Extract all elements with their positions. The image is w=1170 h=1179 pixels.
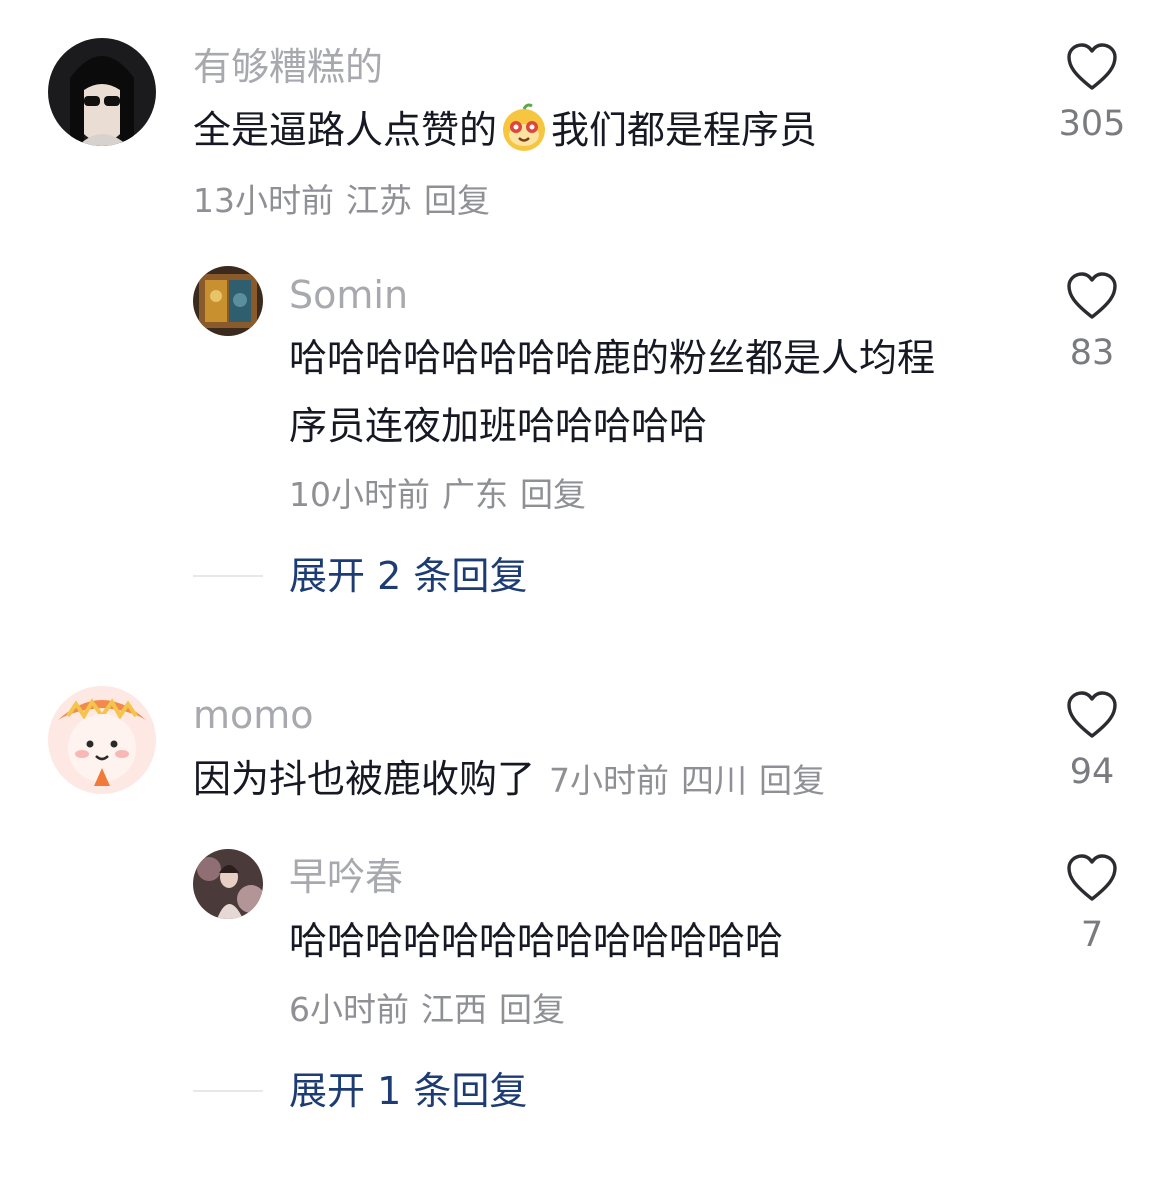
reply-button[interactable]: 回复 [499, 990, 565, 1029]
like-count: 83 [1069, 333, 1115, 373]
comment-text: 哈哈哈哈哈哈哈哈哈哈哈哈哈 [289, 919, 784, 963]
comment-time: 7小时前 [549, 761, 670, 800]
comment-username[interactable]: 有够糟糕的 [193, 48, 383, 86]
avatar[interactable] [48, 686, 156, 794]
like-button[interactable]: 94 [1032, 691, 1152, 790]
comment-time: 13小时前 [193, 181, 334, 220]
comment-meta: 13小时前 江苏 回复 [193, 184, 502, 217]
comment-location: 江苏 [346, 181, 412, 220]
comment-location: 江西 [421, 990, 487, 1029]
like-count: 305 [1058, 104, 1126, 144]
like-button[interactable]: 305 [1032, 43, 1152, 142]
reply-button[interactable]: 回复 [520, 475, 586, 514]
comment-text-part: 我们都是程序员 [551, 108, 818, 152]
comment-text: 因为抖也被鹿收购了 7小时前 四川 回复 [193, 745, 837, 815]
avatar[interactable] [193, 849, 263, 919]
reply-button[interactable]: 回复 [759, 761, 825, 800]
comment-username[interactable]: Somin [289, 276, 408, 314]
comment-time: 10小时前 [289, 475, 430, 514]
heart-outline-icon [1067, 43, 1117, 90]
comment-location: 四川 [681, 761, 748, 800]
like-button[interactable]: 7 [1032, 854, 1152, 953]
heart-outline-icon [1067, 854, 1117, 901]
heart-outline-icon [1067, 691, 1117, 738]
avatar[interactable] [48, 38, 156, 146]
divider [193, 1090, 263, 1092]
monkey-face-emoji-icon [499, 103, 549, 174]
divider [193, 575, 263, 577]
comment-text-part: 因为抖也被鹿收购了 [193, 757, 536, 801]
comment-meta: 6小时前 江西 回复 [289, 993, 577, 1026]
comment-username[interactable]: momo [193, 696, 314, 734]
comment-text-part: 全是逼路人点赞的 [193, 108, 498, 152]
like-count: 94 [1069, 752, 1115, 792]
comment-time: 6小时前 [289, 990, 409, 1029]
comment-meta: 10小时前 广东 回复 [289, 478, 598, 511]
comment-meta: 7小时前 四川 回复 [549, 761, 837, 800]
avatar[interactable] [193, 266, 263, 336]
expand-replies-button[interactable]: 展开 2 条回复 [289, 557, 527, 595]
heart-outline-icon [1067, 272, 1117, 319]
like-button[interactable]: 83 [1032, 272, 1152, 371]
comment-text: 序员连夜加班哈哈哈哈哈 [289, 404, 708, 448]
reply-button[interactable]: 回复 [424, 181, 490, 220]
comment-username[interactable]: 早吟春 [289, 858, 403, 896]
comment-text: 全是逼路人点赞的 我们都是程序员 [193, 96, 817, 174]
comment-location: 广东 [442, 475, 508, 514]
comment-text: 哈哈哈哈哈哈哈哈鹿的粉丝都是人均程 [289, 336, 936, 380]
like-count: 7 [1080, 915, 1104, 955]
expand-replies-button[interactable]: 展开 1 条回复 [289, 1072, 527, 1110]
